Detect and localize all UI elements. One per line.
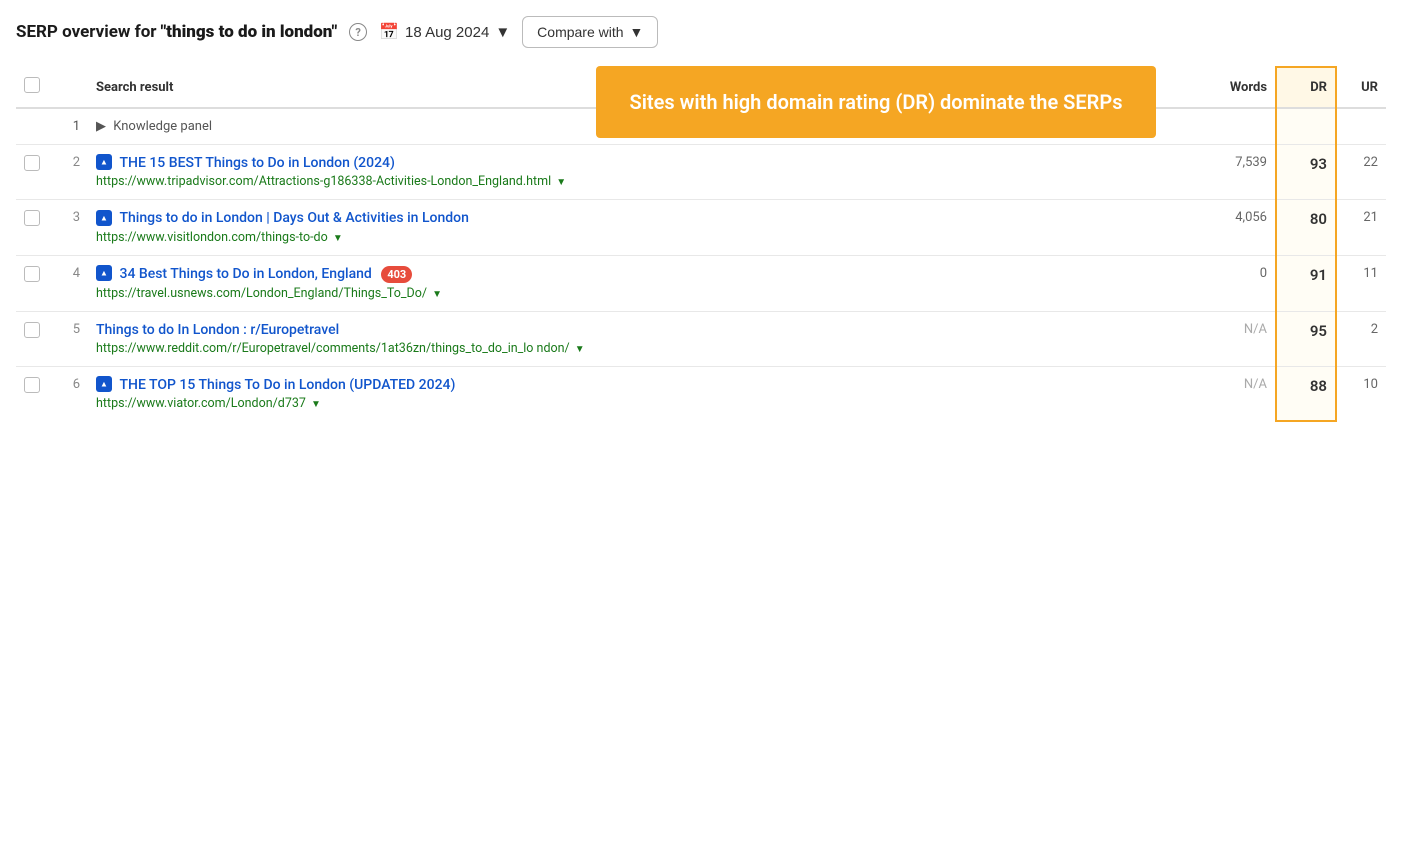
table-row: 4 34 Best Things to Do in London, Englan… <box>16 255 1386 311</box>
header-dr-col: DR <box>1276 67 1336 108</box>
result-url: https://www.tripadvisor.com/Attractions-… <box>96 174 1188 189</box>
site-favicon <box>96 265 112 281</box>
result-link[interactable]: Things to do In London : r/Europetravel <box>96 322 339 338</box>
url-dropdown-arrow[interactable]: ▼ <box>432 289 442 300</box>
table-row: 6 THE TOP 15 Things To Do in London (UPD… <box>16 366 1386 421</box>
table-wrapper: Sites with high domain rating (DR) domin… <box>16 66 1386 422</box>
url-dropdown-arrow[interactable]: ▼ <box>575 344 585 355</box>
select-all-checkbox[interactable] <box>24 77 40 93</box>
table-row: 5 Things to do In London : r/Europetrave… <box>16 311 1386 366</box>
url-dropdown-arrow[interactable]: ▼ <box>556 177 566 188</box>
date-picker-button[interactable]: 📅 18 Aug 2024 ▼ <box>379 22 510 42</box>
compare-with-button[interactable]: Compare with ▼ <box>522 16 658 48</box>
site-favicon <box>96 376 112 392</box>
result-link[interactable]: THE TOP 15 Things To Do in London (UPDAT… <box>119 377 455 393</box>
header-words-col: Words <box>1196 67 1276 108</box>
site-favicon <box>96 210 112 226</box>
header-ur-col: UR <box>1336 67 1386 108</box>
result-link[interactable]: THE 15 BEST Things to Do in London (2024… <box>119 155 394 171</box>
url-dropdown-arrow[interactable]: ▼ <box>311 399 321 410</box>
row-checkbox[interactable] <box>24 266 40 282</box>
row-checkbox[interactable] <box>24 155 40 171</box>
date-dropdown-arrow: ▼ <box>495 24 510 41</box>
url-dropdown-arrow[interactable]: ▼ <box>333 233 343 244</box>
result-url: https://www.viator.com/London/d737 ▼ <box>96 396 1188 411</box>
error-badge: 403 <box>381 266 412 283</box>
help-icon[interactable]: ? <box>349 23 367 41</box>
result-url: https://www.reddit.com/r/Europetravel/co… <box>96 341 1188 356</box>
result-url: https://travel.usnews.com/London_England… <box>96 286 1188 301</box>
expand-icon[interactable]: ▶ <box>96 119 106 134</box>
header-checkbox-col <box>16 67 52 108</box>
knowledge-panel-label: Knowledge panel <box>113 119 212 134</box>
page-header: SERP overview for "things to do in londo… <box>16 16 1386 48</box>
calendar-icon: 📅 <box>379 22 399 42</box>
table-row: 2 THE 15 BEST Things to Do in London (20… <box>16 145 1386 200</box>
compare-dropdown-arrow: ▼ <box>630 24 644 40</box>
result-url: https://www.visitlondon.com/things-to-do… <box>96 230 1188 245</box>
table-row: 3 Things to do in London | Days Out & Ac… <box>16 200 1386 255</box>
header-num-col <box>52 67 88 108</box>
row-checkbox[interactable] <box>24 210 40 226</box>
page-title: SERP overview for "things to do in londo… <box>16 22 337 42</box>
site-favicon <box>96 154 112 170</box>
result-link[interactable]: 34 Best Things to Do in London, England <box>119 266 371 282</box>
result-link[interactable]: Things to do in London | Days Out & Acti… <box>119 210 468 226</box>
row-checkbox[interactable] <box>24 322 40 338</box>
row-checkbox[interactable] <box>24 377 40 393</box>
callout-tooltip: Sites with high domain rating (DR) domin… <box>596 66 1156 138</box>
